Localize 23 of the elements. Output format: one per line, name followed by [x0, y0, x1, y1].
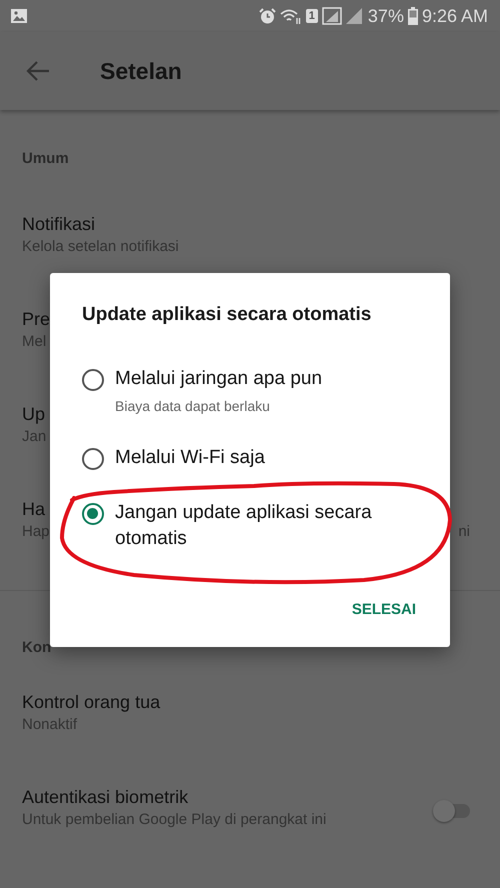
setting-title[interactable]: Kontrol orang tua — [22, 691, 470, 713]
sim-slot-badge: 1 — [306, 9, 318, 23]
section-header: Umum — [22, 150, 69, 168]
option-label[interactable]: Jangan update aplikasi secara otomatis — [115, 500, 420, 552]
dialog-title: Update aplikasi secara otomatis — [82, 303, 372, 327]
option-label[interactable]: Melalui jaringan apa pun — [115, 366, 322, 392]
radio-button[interactable] — [82, 369, 104, 391]
wifi-icon — [280, 8, 302, 24]
clock-time: 9:26 AM — [422, 6, 488, 26]
signal-icon — [322, 7, 364, 25]
section-header: Kon — [22, 639, 52, 657]
radio-button[interactable] — [82, 448, 104, 470]
setting-title[interactable]: Notifikasi — [22, 213, 470, 235]
screen-title: Setelan — [100, 58, 182, 84]
battery-icon — [408, 7, 418, 25]
radio-button[interactable] — [82, 503, 104, 525]
gallery-icon — [10, 8, 28, 24]
battery-percent: 37% — [368, 6, 404, 26]
option-detail: Biaya data dapat berlaku — [115, 397, 271, 416]
alarm-icon — [258, 8, 276, 24]
done-button[interactable]: SELESAI — [352, 601, 416, 618]
setting-title[interactable]: Autentikasi biometrik — [22, 786, 436, 808]
option-label[interactable]: Melalui Wi-Fi saja — [115, 445, 265, 471]
